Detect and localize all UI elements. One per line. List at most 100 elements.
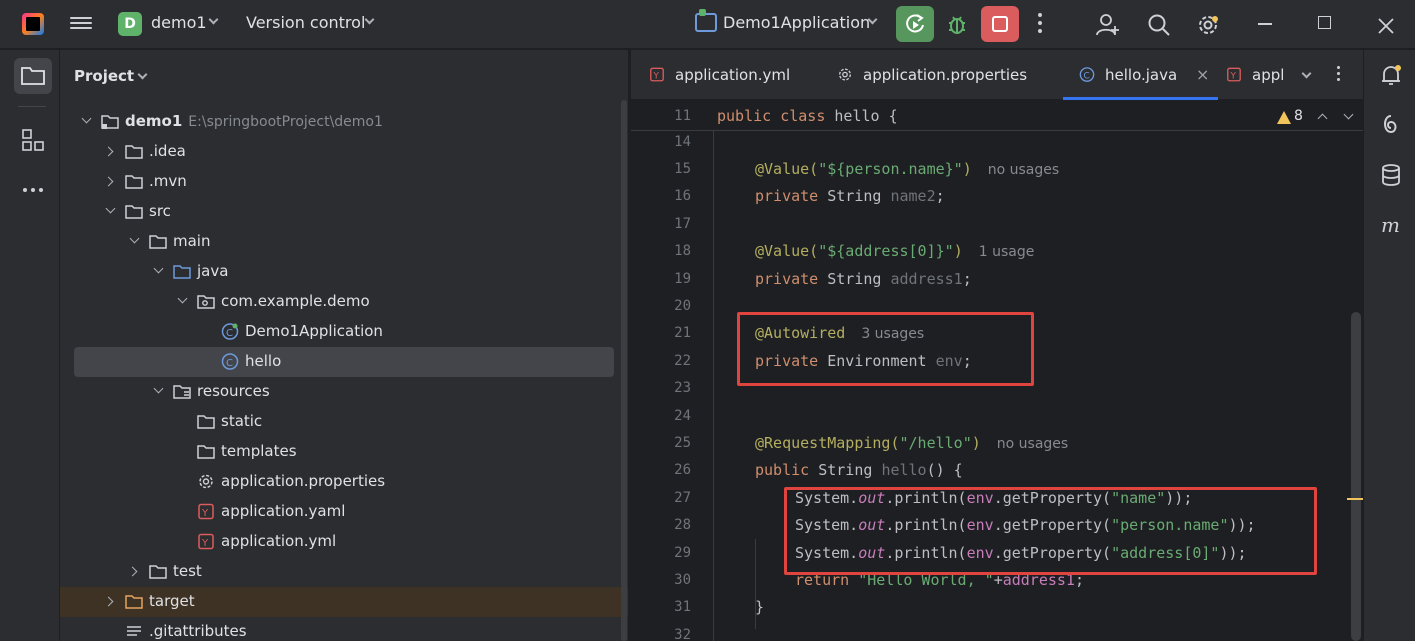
code-line[interactable] xyxy=(729,403,1363,430)
line-number: 11 xyxy=(674,108,691,124)
chevron-down-icon[interactable] xyxy=(129,233,140,244)
line-number: 16 xyxy=(674,188,691,205)
tree-item-com-example-demo[interactable]: com.example.demo xyxy=(60,287,628,317)
tree-item-idea[interactable]: .idea xyxy=(60,137,628,167)
usage-hint[interactable]: no usages xyxy=(997,436,1068,452)
project-name[interactable]: demo1 xyxy=(151,13,207,32)
tree-item-application-yaml[interactable]: Yapplication.yaml xyxy=(60,497,628,527)
line-number: 32 xyxy=(674,626,691,641)
debug-button[interactable] xyxy=(945,11,969,37)
chevron-down-icon[interactable] xyxy=(208,14,219,25)
line-number: 31 xyxy=(674,599,691,616)
usage-hint[interactable]: no usages xyxy=(988,162,1059,178)
run-config-selector[interactable]: Demo1Application xyxy=(723,13,870,32)
code-line[interactable]: @Value("${person.name}") no usages xyxy=(755,156,1363,183)
ai-assistant-icon[interactable] xyxy=(1378,112,1404,138)
line-number: 15 xyxy=(674,160,691,177)
tree-item-label: .gitattributes xyxy=(149,622,247,640)
chevron-down-icon[interactable] xyxy=(153,383,164,394)
version-control-menu[interactable]: Version control xyxy=(246,13,365,32)
tab-appl[interactable]: Yappl xyxy=(1210,50,1302,100)
chevron-down-icon[interactable] xyxy=(137,69,148,80)
tree-item-demo1[interactable]: demo1 E:\springbootProject\demo1 xyxy=(60,107,628,137)
selection-highlight xyxy=(74,347,614,377)
code-line[interactable]: public String hello() { xyxy=(755,457,1363,484)
tab-application-properties[interactable]: application.properties xyxy=(821,50,1073,100)
tree-item-application-yml[interactable]: Yapplication.yml xyxy=(60,527,628,557)
close-icon[interactable] xyxy=(1373,13,1399,39)
tree-item-application-properties[interactable]: application.properties xyxy=(60,467,628,497)
tree-item-label: Demo1Application xyxy=(245,322,383,340)
editor-scrollbar[interactable] xyxy=(1351,312,1361,641)
settings-icon[interactable] xyxy=(1195,12,1221,38)
chevron-down-icon[interactable] xyxy=(153,263,164,274)
tree-item-label: hello xyxy=(245,352,282,370)
line-number: 17 xyxy=(674,215,691,232)
chevron-down-icon[interactable] xyxy=(81,113,92,124)
code-line[interactable] xyxy=(729,129,1363,156)
project-tool-button[interactable] xyxy=(14,58,52,94)
tree-item-main[interactable]: main xyxy=(60,227,628,257)
code-line[interactable]: private String address1; xyxy=(755,266,1363,293)
panel-title[interactable]: Project xyxy=(74,67,134,85)
tree-item-resources[interactable]: resources xyxy=(60,377,628,407)
minimize-icon[interactable] xyxy=(1258,23,1272,25)
project-scrollbar[interactable] xyxy=(621,100,627,641)
tree-item-demo1application[interactable]: C Demo1Application xyxy=(60,317,628,347)
hamburger-icon[interactable] xyxy=(70,14,92,34)
run-config-icon xyxy=(695,9,717,32)
code-line[interactable] xyxy=(729,211,1363,238)
warning-icon xyxy=(1277,111,1291,124)
structure-tool-button[interactable] xyxy=(14,122,52,158)
chevron-right-icon[interactable] xyxy=(103,146,114,157)
tree-item-label: application.yml xyxy=(221,532,337,550)
structure-icon xyxy=(22,129,44,151)
tree-item-static[interactable]: static xyxy=(60,407,628,437)
tree-item-label: test xyxy=(173,562,202,580)
tab-application-yml[interactable]: Yapplication.yml xyxy=(633,50,825,100)
more-tools-button[interactable] xyxy=(14,172,52,208)
tree-item-templates[interactable]: templates xyxy=(60,437,628,467)
line-gutter: 14 15 16 17 18 19 20 21 22 23 24 25 26 27 28 29 30 31 32 xyxy=(631,101,703,641)
line-number: 26 xyxy=(674,462,691,479)
settings-file-icon xyxy=(197,473,215,490)
code-line[interactable] xyxy=(729,622,1363,641)
chevron-down-icon[interactable] xyxy=(105,203,116,214)
code-line[interactable]: @Value("${address[0]}") 1 usage xyxy=(755,238,1363,265)
chevron-right-icon[interactable] xyxy=(103,176,114,187)
code-line[interactable]: private String name2; xyxy=(755,183,1363,210)
usage-hint[interactable]: 1 usage xyxy=(979,244,1035,260)
sticky-header[interactable]: 11 public class hello { xyxy=(631,101,1363,131)
tree-item-gitattributes[interactable]: .gitattributes xyxy=(60,617,628,641)
tree-item-test[interactable]: test xyxy=(60,557,628,587)
tab-hello-java[interactable]: Chello.java × xyxy=(1063,50,1218,100)
database-icon[interactable] xyxy=(1378,162,1404,188)
project-badge[interactable]: D xyxy=(118,12,142,36)
indent-guide xyxy=(713,115,714,641)
maven-icon[interactable]: m xyxy=(1378,212,1404,238)
close-tab-icon[interactable]: × xyxy=(1196,65,1209,84)
more-icon[interactable] xyxy=(1038,13,1044,35)
chevron-down-icon[interactable] xyxy=(364,14,375,25)
chevron-right-icon[interactable] xyxy=(127,566,138,577)
code-line[interactable]: } xyxy=(755,594,1363,621)
stop-button[interactable] xyxy=(981,6,1019,42)
rerun-button[interactable] xyxy=(896,6,934,42)
debug-icon xyxy=(949,16,965,34)
tree-item-java[interactable]: java xyxy=(60,257,628,287)
chevron-down-icon[interactable] xyxy=(1301,68,1312,79)
more-icon[interactable] xyxy=(1337,66,1343,84)
ide-logo-icon[interactable] xyxy=(22,13,44,35)
tree-item-hello[interactable]: Chello xyxy=(60,347,628,377)
tree-item-mvn[interactable]: .mvn xyxy=(60,167,628,197)
tree-item-target[interactable]: target xyxy=(60,587,628,617)
tree-item-src[interactable]: src xyxy=(60,197,628,227)
notifications-icon[interactable] xyxy=(1378,62,1404,88)
maximize-icon[interactable] xyxy=(1318,16,1331,29)
code-line[interactable]: @RequestMapping("/hello") no usages xyxy=(755,430,1363,457)
chevron-down-icon[interactable] xyxy=(177,293,188,304)
chevron-right-icon[interactable] xyxy=(103,596,114,607)
add-user-icon[interactable] xyxy=(1095,12,1121,38)
warning-marker[interactable] xyxy=(1347,498,1363,500)
search-icon[interactable] xyxy=(1146,12,1172,38)
